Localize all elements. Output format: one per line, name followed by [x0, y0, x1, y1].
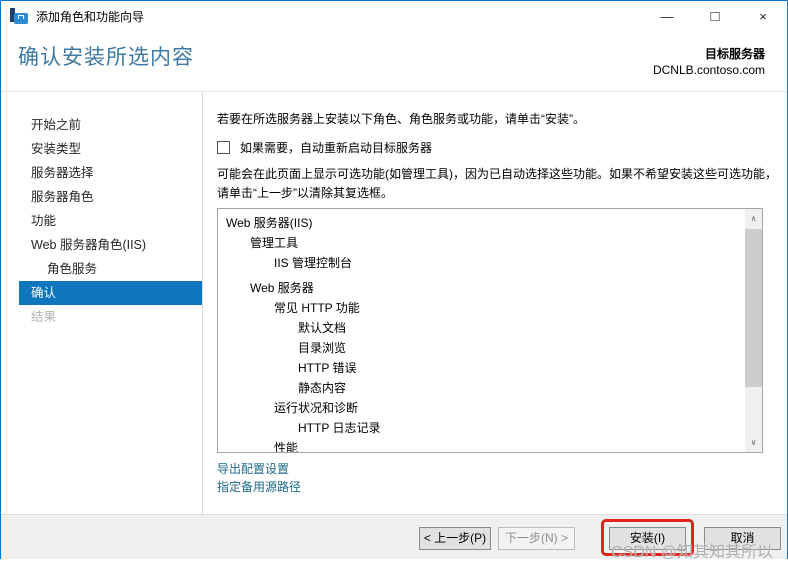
maximize-button[interactable]: □ [691, 1, 739, 31]
target-server-name: DCNLB.contoso.com [653, 62, 765, 78]
tree-item: Web 服务器 [224, 278, 742, 298]
titlebar: 添加角色和功能向导 — □ × [1, 1, 787, 31]
scrollbar-down-icon[interactable]: ∨ [745, 434, 762, 451]
nav-item-results: 结果 [1, 305, 202, 329]
nav-item-installation-type[interactable]: 安装类型 [1, 137, 202, 161]
page-title: 确认安装所选内容 [18, 41, 194, 71]
nav-item-before-you-begin[interactable]: 开始之前 [1, 113, 202, 137]
tree-item: 默认文档 [224, 318, 742, 338]
export-configuration-link[interactable]: 导出配置设置 [217, 460, 289, 478]
wizard-body: 开始之前 安装类型 服务器选择 服务器角色 功能 Web 服务器角色(IIS) … [1, 91, 787, 514]
scrollbar-up-icon[interactable]: ∧ [745, 210, 762, 227]
wizard-footer: < 上一步(P) 下一步(N) > 安装(I) 取消 [1, 514, 787, 559]
tree-item: 管理工具 [224, 233, 742, 253]
optional-features-note: 可能会在此页面上显示可选功能(如管理工具)，因为已自动选择这些功能。如果不希望安… [217, 165, 777, 203]
target-server-label: 目标服务器 [653, 46, 765, 62]
links-block: 导出配置设置 指定备用源路径 [217, 460, 777, 496]
nav-item-confirmation[interactable]: 确认 [19, 281, 202, 305]
confirmation-panel: 若要在所选服务器上安装以下角色、角色服务或功能，请单击“安装”。 如果需要，自动… [203, 92, 787, 514]
previous-button[interactable]: < 上一步(P) [419, 527, 491, 550]
tree-item: HTTP 日志记录 [224, 418, 742, 438]
tree-item: Web 服务器(IIS) [224, 213, 742, 233]
cancel-button[interactable]: 取消 [704, 527, 781, 550]
tree-item: 目录浏览 [224, 338, 742, 358]
selection-listbox: Web 服务器(IIS) 管理工具 IIS 管理控制台 Web 服务器 常见 H… [217, 208, 763, 453]
tree-item: 性能 [224, 438, 742, 453]
tree-item: 常见 HTTP 功能 [224, 298, 742, 318]
alternate-source-path-link[interactable]: 指定备用源路径 [217, 478, 301, 496]
nav-item-server-selection[interactable]: 服务器选择 [1, 161, 202, 185]
wizard-app-icon [10, 8, 28, 25]
install-button[interactable]: 安装(I) [609, 527, 686, 550]
nav-item-features[interactable]: 功能 [1, 209, 202, 233]
intro-text: 若要在所选服务器上安装以下角色、角色服务或功能，请单击“安装”。 [217, 112, 777, 126]
restart-checkbox[interactable] [217, 141, 230, 154]
minimize-button[interactable]: — [643, 1, 691, 31]
tree-item: 静态内容 [224, 378, 742, 398]
wizard-nav: 开始之前 安装类型 服务器选择 服务器角色 功能 Web 服务器角色(IIS) … [1, 92, 203, 514]
scrollbar-thumb[interactable] [745, 229, 762, 387]
tree-item: IIS 管理控制台 [224, 253, 742, 273]
restart-checkbox-label: 如果需要，自动重新启动目标服务器 [240, 139, 432, 156]
wizard-window: 添加角色和功能向导 — □ × 确认安装所选内容 目标服务器 DCNLB.con… [0, 0, 788, 559]
nav-item-web-server-role[interactable]: Web 服务器角色(IIS) [1, 233, 202, 257]
tree-item: 运行状况和诊断 [224, 398, 742, 418]
window-title: 添加角色和功能向导 [36, 8, 144, 25]
close-button[interactable]: × [739, 1, 787, 31]
tree-item: HTTP 错误 [224, 358, 742, 378]
nav-item-role-services[interactable]: 角色服务 [1, 257, 202, 281]
target-server-block: 目标服务器 DCNLB.contoso.com [653, 46, 765, 78]
window-controls: — □ × [643, 1, 787, 31]
next-button: 下一步(N) > [498, 527, 575, 550]
restart-option-row: 如果需要，自动重新启动目标服务器 [217, 139, 777, 156]
nav-item-server-roles[interactable]: 服务器角色 [1, 185, 202, 209]
listbox-scrollbar[interactable]: ∧ ∨ [745, 209, 762, 452]
wizard-header: 确认安装所选内容 目标服务器 DCNLB.contoso.com [1, 31, 787, 91]
